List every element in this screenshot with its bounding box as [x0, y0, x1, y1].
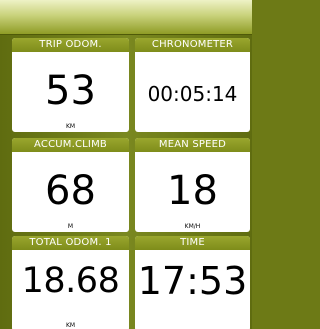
tile-value: 68 — [45, 168, 96, 214]
tile-value: 18.68 — [21, 261, 120, 301]
tile-total-odometer[interactable]: TOTAL ODOM. 1 18.68 KM — [12, 236, 129, 329]
tile-unit: KM — [65, 322, 76, 329]
tile-unit: KM — [65, 123, 76, 130]
tile-label: TRIP ODOM. — [12, 38, 129, 52]
tile-value: 18 — [167, 168, 218, 214]
tile-trip-odometer[interactable]: TRIP ODOM. 53 KM — [12, 38, 129, 132]
tile-value: 53 — [45, 68, 96, 114]
top-bar — [0, 0, 252, 35]
tile-mean-speed[interactable]: MEAN SPEED 18 KM/H — [135, 138, 250, 232]
tile-unit: KM/H — [184, 223, 201, 230]
tile-label: ACCUM.CLIMB — [12, 138, 129, 152]
tile-chronometer[interactable]: CHRONOMETER 00:05:14 — [135, 38, 250, 132]
tile-unit: M — [67, 223, 74, 230]
tile-value: 17:53 — [137, 259, 248, 303]
trip-computer-screen: TRIP ODOM. 53 KM CHRONOMETER 00:05:14 AC… — [0, 0, 252, 329]
tile-label: CHRONOMETER — [135, 38, 250, 52]
tile-accumulated-climb[interactable]: ACCUM.CLIMB 68 M — [12, 138, 129, 232]
tile-label: TIME — [135, 236, 250, 250]
tile-label: MEAN SPEED — [135, 138, 250, 152]
tile-time[interactable]: TIME 17:53 — [135, 236, 250, 329]
tile-label: TOTAL ODOM. 1 — [12, 236, 129, 250]
tile-value: 00:05:14 — [147, 82, 238, 106]
